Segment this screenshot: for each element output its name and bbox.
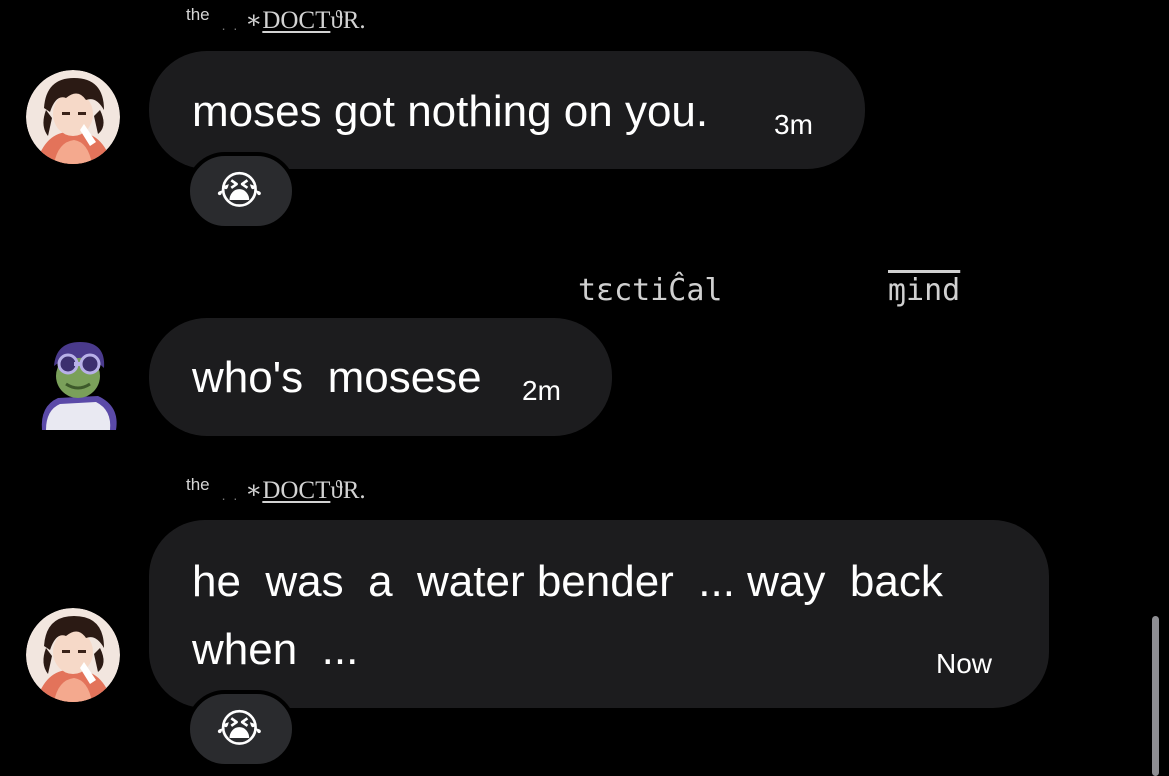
sender-tag-tactical: tεctiĈal: [578, 273, 723, 308]
loudly-crying-face-icon: 😭: [216, 707, 263, 751]
sender-prefix: the: [186, 5, 210, 24]
sender-dots: . .: [221, 17, 240, 33]
avatar-doctor[interactable]: [26, 608, 120, 702]
sender-name-rest: ϑR.: [330, 477, 366, 504]
avatar-doctor-image: [26, 70, 120, 164]
scrollbar-thumb[interactable]: [1152, 616, 1159, 776]
message-time-2: 2m: [522, 375, 561, 406]
sender-name-rest: ϑR.: [330, 7, 366, 34]
reaction-badge-1[interactable]: 😭: [186, 152, 296, 230]
sender-display-name: ∗DOCTϑR.: [245, 478, 365, 503]
message-time-3: Now: [936, 648, 993, 679]
message-text-2: who's mosese: [192, 353, 482, 402]
message-text-3-line1: he was a water bender ... way back: [192, 557, 943, 606]
sender-name-doctor-2: the . . ∗DOCTϑR.: [186, 475, 366, 503]
sender-name-underlined: DOCT: [262, 477, 331, 504]
reaction-badge-2[interactable]: 😭: [186, 690, 296, 768]
message-time-1: 3m: [774, 109, 813, 140]
loudly-crying-face-icon: 😭: [216, 169, 263, 213]
sender-name-doctor-1: the . . ∗DOCTϑR.: [186, 5, 366, 33]
sender-name-underlined: DOCT: [262, 7, 331, 34]
sender-display-name: ∗DOCTϑR.: [245, 8, 365, 33]
avatar-doctor[interactable]: [26, 70, 120, 164]
avatar-doctor-image: [26, 608, 120, 702]
sender-prefix: the: [186, 475, 210, 494]
message-text-3-line2: when ...: [192, 625, 359, 674]
message-text-1: moses got nothing on you.: [192, 87, 709, 136]
sender-tag-mind: ɱind: [888, 273, 961, 308]
avatar-goggles-image: [41, 342, 117, 430]
avatar-goggles[interactable]: [36, 336, 120, 430]
message-bubble-3[interactable]: [149, 520, 1049, 708]
sender-star: ∗: [245, 7, 263, 34]
sender-star: ∗: [245, 477, 263, 504]
sender-dots: . .: [221, 487, 240, 503]
